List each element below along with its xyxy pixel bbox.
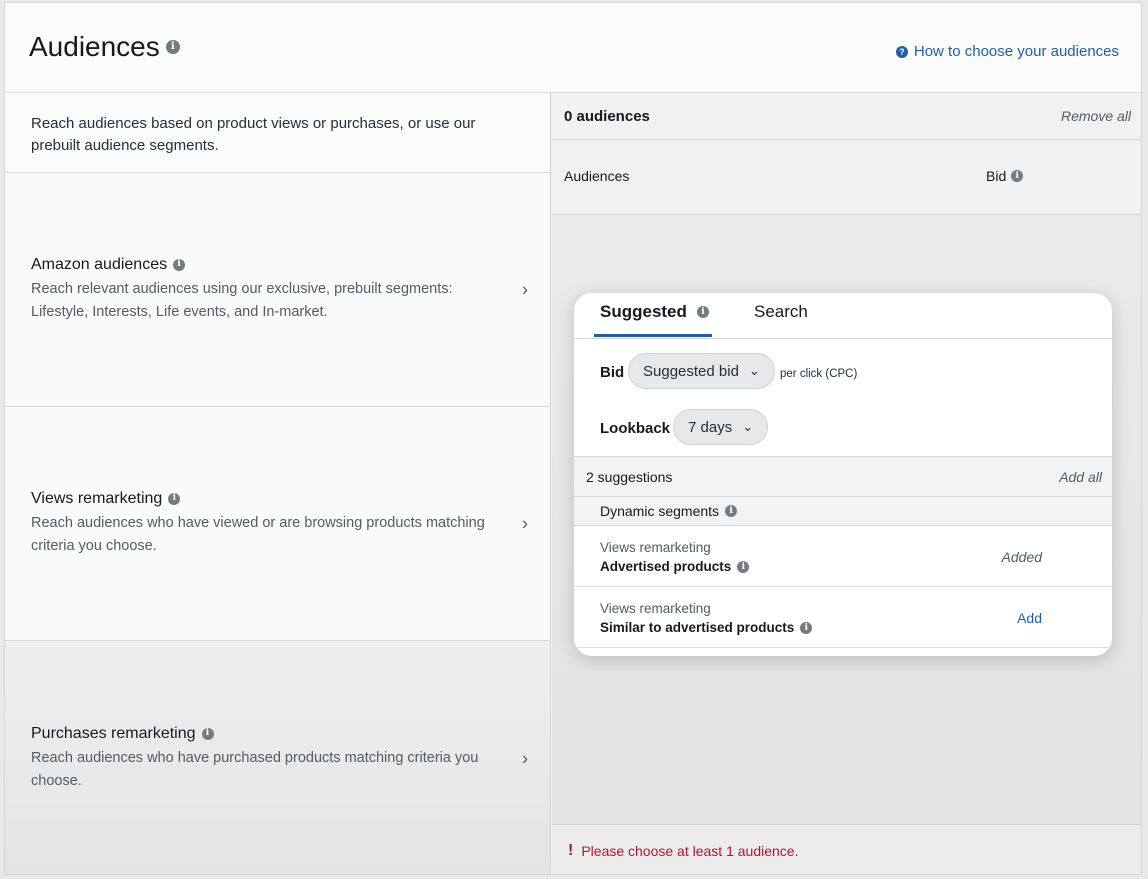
lookback-dropdown-value: 7 days xyxy=(688,418,733,436)
validation-error: ! Please choose at least 1 audience. xyxy=(552,824,1141,874)
option-title-text: Amazon audiences xyxy=(31,255,168,273)
audience-count: 0 audiences xyxy=(564,107,650,125)
chevron-right-icon[interactable]: › xyxy=(522,748,528,769)
page-title-text: Audiences xyxy=(29,31,160,62)
option-title: Purchases remarketing i xyxy=(31,725,490,743)
bid-dropdown-value: Suggested bid xyxy=(643,362,739,380)
chevron-down-icon: ⌄ xyxy=(748,363,760,378)
chevron-right-icon[interactable]: › xyxy=(522,513,528,534)
tab-suggested[interactable]: Suggested i xyxy=(600,302,709,322)
info-icon[interactable]: i xyxy=(168,492,181,505)
suggestions-count: 2 suggestions xyxy=(586,468,673,485)
added-status: Added xyxy=(1001,549,1042,565)
lookback-label: Lookback xyxy=(600,420,671,437)
item-name-text: Advertised products xyxy=(600,559,732,574)
bid-dropdown[interactable]: Suggested bid ⌄ xyxy=(628,353,775,389)
help-link-text[interactable]: How to choose your audiences xyxy=(914,43,1119,60)
column-bid-text: Bid xyxy=(986,168,1007,184)
info-icon[interactable]: i xyxy=(173,258,186,271)
intro-text: Reach audiences based on product views o… xyxy=(5,93,550,173)
alert-icon: ! xyxy=(568,841,574,859)
info-icon[interactable]: i xyxy=(800,622,813,634)
active-tab-indicator xyxy=(594,334,712,337)
audience-table-header: Audiences Bid i xyxy=(552,140,1141,215)
option-description: Reach relevant audiences using our exclu… xyxy=(31,280,453,320)
option-title-text: Purchases remarketing xyxy=(31,724,196,742)
group-title: Dynamic segments xyxy=(600,503,720,519)
tab-search[interactable]: Search xyxy=(754,302,808,322)
bid-label: Bid xyxy=(600,364,625,381)
suggestions-card: Suggested i Search Bid Suggested bid ⌄ p… xyxy=(574,293,1112,656)
page-header: Audiences i ? How to choose your audienc… xyxy=(5,3,1141,93)
suggestions-header: 2 suggestions Add all xyxy=(574,457,1112,497)
audience-count-row: 0 audiences Remove all xyxy=(552,93,1141,140)
option-purchases-remarketing[interactable]: Purchases remarketing i Reach audiences … xyxy=(5,641,550,874)
chevron-right-icon[interactable]: › xyxy=(522,279,528,300)
option-title-text: Views remarketing xyxy=(31,489,163,507)
bid-controls: Bid Suggested bid ⌄ per click (CPC) Look… xyxy=(574,339,1112,457)
item-name-text: Similar to advertised products xyxy=(600,620,795,635)
list-item: Views remarketing Similar to advertised … xyxy=(574,587,1112,648)
audience-type-list: Reach audiences based on product views o… xyxy=(5,93,551,874)
option-title: Views remarketing i xyxy=(31,490,490,508)
question-icon: ? xyxy=(895,45,908,58)
info-icon[interactable]: i xyxy=(1011,170,1024,182)
lookback-dropdown[interactable]: 7 days ⌄ xyxy=(673,409,769,445)
info-icon[interactable]: i xyxy=(201,727,214,740)
group-header: Dynamic segments i xyxy=(574,497,1112,526)
chevron-down-icon: ⌄ xyxy=(742,419,754,434)
info-icon[interactable]: i xyxy=(165,40,180,54)
option-views-remarketing[interactable]: Views remarketing i Reach audiences who … xyxy=(5,407,550,641)
list-item: Views remarketing Advertised products i … xyxy=(574,526,1112,587)
option-amazon-audiences[interactable]: Amazon audiences i Reach relevant audien… xyxy=(5,173,550,407)
tab-label[interactable]: Suggested xyxy=(600,302,687,322)
validation-error-text: Please choose at least 1 audience. xyxy=(581,842,799,859)
column-bid: Bid i xyxy=(986,168,1024,184)
add-all-link[interactable]: Add all xyxy=(1059,469,1102,485)
help-link[interactable]: ? How to choose your audiences xyxy=(895,43,1119,60)
info-icon[interactable]: i xyxy=(696,306,709,318)
option-description: Reach audiences who have purchased produ… xyxy=(31,749,479,789)
page-title: Audiences i xyxy=(29,31,180,63)
option-title: Amazon audiences i xyxy=(31,256,490,274)
remove-all-link[interactable]: Remove all xyxy=(1061,108,1131,124)
option-description: Reach audiences who have viewed or are b… xyxy=(31,514,485,554)
add-button[interactable]: Add xyxy=(1017,610,1042,626)
column-audiences: Audiences xyxy=(564,168,630,184)
info-icon[interactable]: i xyxy=(737,561,750,573)
bid-note: per click (CPC) xyxy=(780,368,858,380)
card-tabs: Suggested i Search xyxy=(574,293,1112,339)
tab-label[interactable]: Search xyxy=(754,302,808,322)
info-icon[interactable]: i xyxy=(725,505,738,517)
